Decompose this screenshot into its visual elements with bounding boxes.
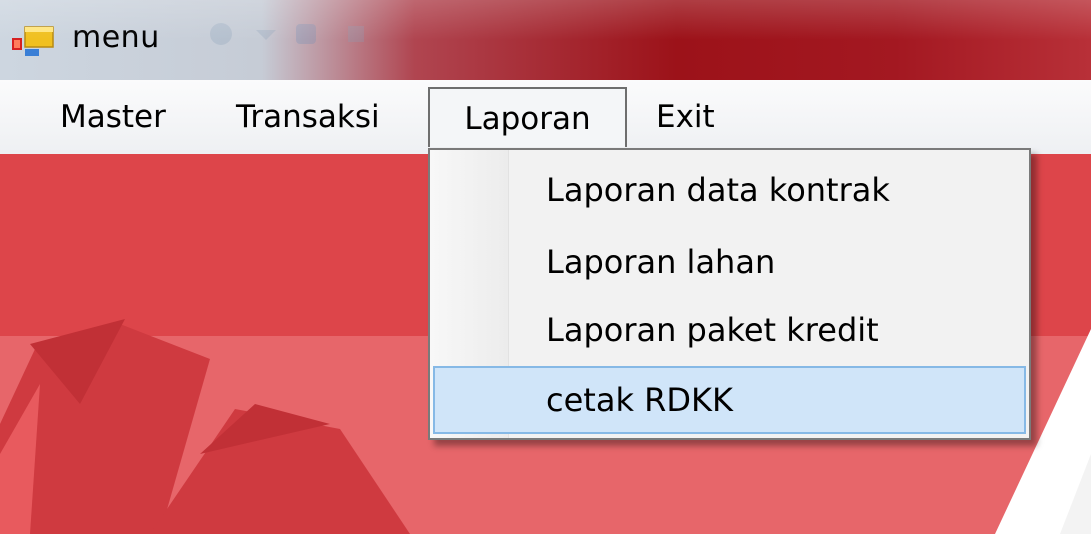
title-bar[interactable]: menu xyxy=(0,0,1091,80)
window-title: menu xyxy=(72,20,160,55)
menu-exit[interactable]: Exit xyxy=(656,87,715,147)
menu-laporan[interactable]: Laporan xyxy=(428,87,627,147)
laporan-dropdown-menu: Laporan data kontrak Laporan lahan Lapor… xyxy=(428,148,1031,440)
menu-item-laporan-data-kontrak[interactable]: Laporan data kontrak xyxy=(546,160,890,220)
menu-item-laporan-paket-kredit[interactable]: Laporan paket kredit xyxy=(546,300,879,360)
windows-form-icon xyxy=(12,26,54,56)
quick-access-icon xyxy=(348,26,364,42)
quick-access-icon xyxy=(296,24,316,44)
menu-master[interactable]: Master xyxy=(60,87,166,147)
menu-item-laporan-lahan[interactable]: Laporan lahan xyxy=(546,232,775,292)
quick-access-icon xyxy=(256,30,276,40)
application-window: menu Master Transaksi Laporan Exit Lapor… xyxy=(0,0,1091,534)
menu-item-cetak-rdkk[interactable]: cetak RDKK xyxy=(546,370,733,430)
quick-access-icon xyxy=(210,23,232,45)
menu-transaksi[interactable]: Transaksi xyxy=(236,87,380,147)
